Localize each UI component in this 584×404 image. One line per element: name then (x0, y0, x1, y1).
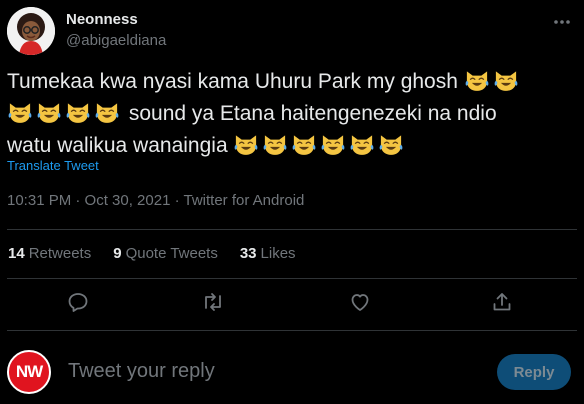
share-icon[interactable] (490, 290, 514, 314)
emoji-group (233, 134, 407, 157)
quote-tweets-label: Quote Tweets (125, 245, 218, 262)
tweet-text-segment: watu walikua wanaingia (7, 134, 228, 157)
cat-tears-of-joy-icon (494, 71, 518, 91)
divider (7, 229, 577, 230)
likes-count: 33 (239, 245, 257, 262)
tweet-stats: 14 Retweets 9 Quote Tweets 33 Likes (8, 245, 296, 262)
user-avatar[interactable] (7, 7, 55, 55)
cat-tears-of-joy-icon (465, 71, 489, 91)
likes-stat[interactable]: 33 Likes (240, 245, 296, 262)
like-heart-icon[interactable] (348, 290, 372, 314)
tweet-text-line-2: sound ya Etana haitengenezeki na ndio (7, 98, 567, 130)
tweet-timestamp[interactable]: 10:31 PM · Oct 30, 2021 · Twitter for An… (7, 192, 304, 209)
cat-tears-of-joy-icon (235, 135, 258, 155)
cat-tears-of-joy-icon (95, 103, 119, 123)
emoji-group (464, 70, 522, 93)
display-name[interactable]: Neonness (66, 11, 138, 28)
cat-tears-of-joy-icon (380, 135, 403, 155)
retweets-count: 14 (8, 245, 25, 262)
emoji-group (7, 102, 123, 125)
likes-label: Likes (260, 245, 296, 262)
tweet-actions (0, 290, 584, 314)
cat-tears-of-joy-icon (66, 103, 90, 123)
quote-tweets-stat[interactable]: 9 Quote Tweets (113, 245, 218, 262)
tweet-text-line-1: Tumekaa kwa nyasi kama Uhuru Park my gho… (7, 66, 567, 98)
reply-input[interactable]: Tweet your reply (68, 360, 215, 383)
retweet-icon[interactable] (201, 290, 225, 314)
reply-button[interactable]: Reply (497, 354, 571, 390)
avatar-illustration (7, 7, 55, 55)
divider (7, 278, 577, 279)
quote-tweets-count: 9 (113, 245, 122, 262)
retweets-stat[interactable]: 14 Retweets (8, 245, 91, 262)
reply-user-avatar[interactable]: NW (7, 350, 51, 394)
cat-tears-of-joy-icon (322, 135, 345, 155)
tweet-text-segment: sound ya Etana haitengenezeki na ndio (128, 102, 497, 125)
cat-tears-of-joy-icon (264, 135, 287, 155)
translate-tweet-link[interactable]: Translate Tweet (7, 158, 99, 173)
divider (7, 330, 577, 331)
cat-tears-of-joy-icon (37, 103, 61, 123)
tweet-text: Tumekaa kwa nyasi kama Uhuru Park my gho… (7, 66, 567, 162)
retweets-label: Retweets (28, 245, 92, 262)
more-options-icon[interactable] (552, 12, 572, 32)
cat-tears-of-joy-icon (293, 135, 316, 155)
cat-tears-of-joy-icon (8, 103, 32, 123)
tweet-text-segment: Tumekaa kwa nyasi kama Uhuru Park my gho… (7, 70, 458, 93)
cat-tears-of-joy-icon (351, 135, 374, 155)
reply-icon[interactable] (66, 290, 90, 314)
user-handle[interactable]: @abigaeldiana (66, 32, 166, 49)
